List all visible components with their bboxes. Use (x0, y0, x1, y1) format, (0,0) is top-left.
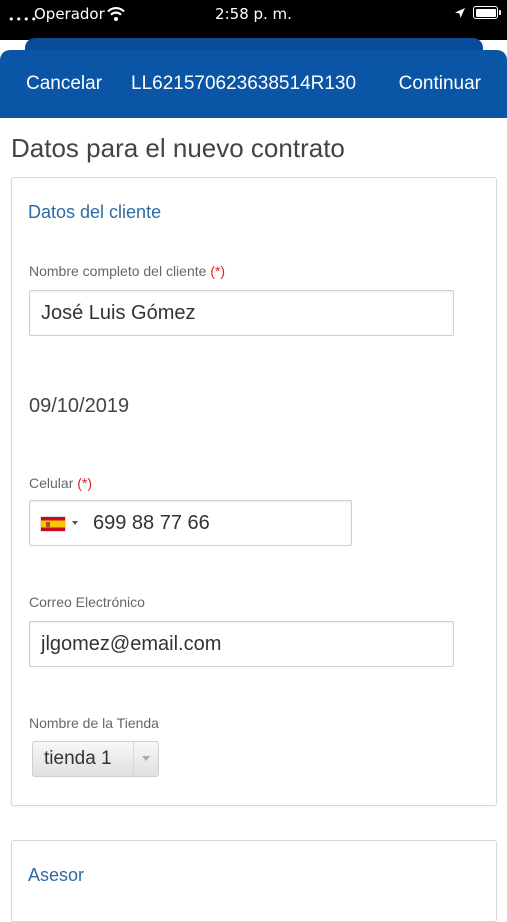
store-select-value: tienda 1 (44, 748, 112, 769)
date-value: 09/10/2019 (29, 395, 130, 417)
advisor-panel: Asesor (11, 840, 497, 922)
continue-button[interactable]: Continuar (399, 73, 481, 95)
email-input[interactable]: jlgomez@email.com (29, 621, 454, 667)
email-label: Correo Electrónico (29, 594, 145, 610)
spain-flag-icon[interactable] (40, 516, 66, 532)
client-data-panel: Datos del cliente Nombre completo del cl… (11, 177, 497, 806)
page-title: Datos para el nuevo contrato (11, 133, 345, 163)
contract-reference: LL621570623638514R130 (131, 73, 357, 94)
name-input[interactable]: José Luis Gómez (29, 290, 454, 336)
phone-input[interactable]: 699 88 77 66 (29, 500, 352, 546)
country-dropdown-caret-icon[interactable] (72, 521, 78, 525)
advisor-section-title: Asesor (28, 865, 85, 885)
battery-icon (473, 6, 501, 19)
required-marker: (*) (210, 263, 226, 279)
chevron-down-icon[interactable] (133, 742, 158, 776)
status-bar: •••• Operador 2:58 p. m. (0, 0, 507, 40)
required-marker: (*) (77, 475, 93, 491)
nav-bar: Cancelar LL621570623638514R130 Continuar (0, 50, 507, 118)
clock: 2:58 p. m. (215, 5, 292, 23)
phone-number-value: 699 88 77 66 (93, 512, 210, 534)
location-arrow-icon (455, 8, 465, 18)
name-label-text: Nombre completo del cliente (29, 263, 207, 279)
client-section-title: Datos del cliente (28, 202, 162, 222)
name-label: Nombre completo del cliente (*) (29, 263, 225, 279)
cancel-button[interactable]: Cancelar (26, 73, 102, 95)
store-label: Nombre de la Tienda (29, 715, 159, 731)
phone-label: Celular (*) (29, 475, 92, 491)
phone-label-text: Celular (29, 475, 74, 491)
store-select[interactable]: tienda 1 (32, 741, 159, 777)
